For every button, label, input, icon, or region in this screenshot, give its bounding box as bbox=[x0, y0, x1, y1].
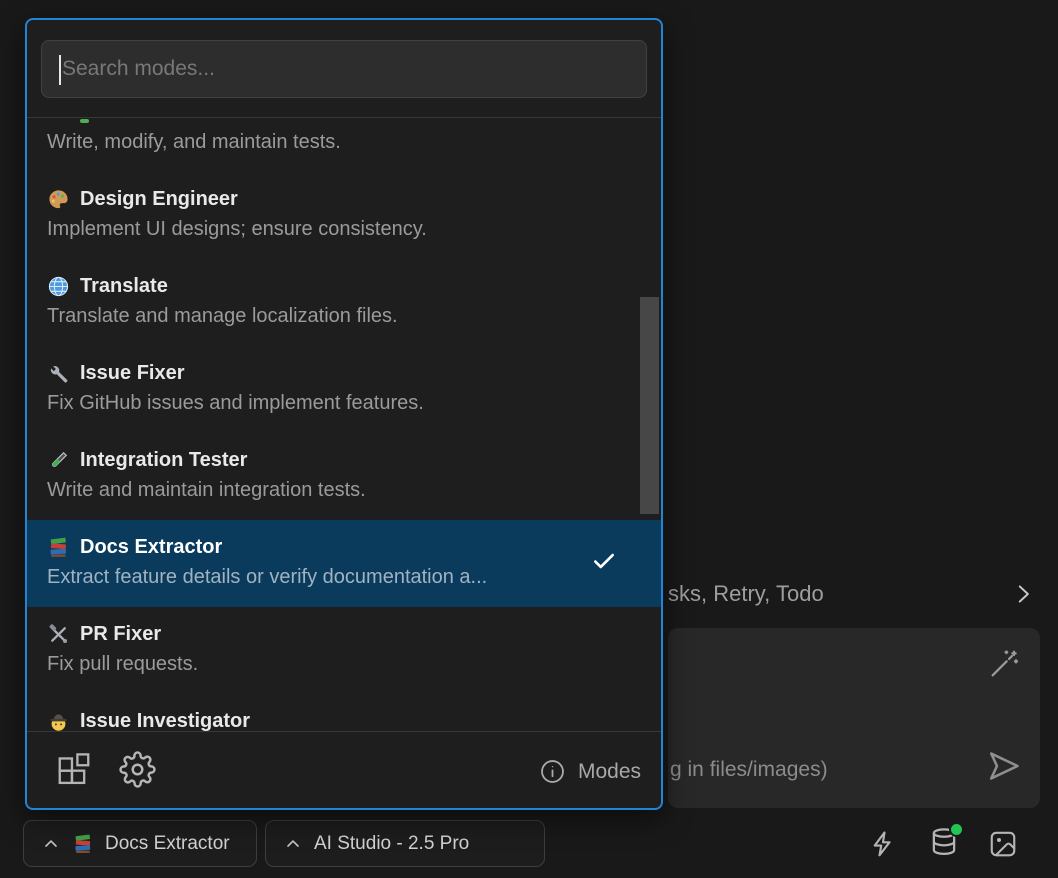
mode-title bbox=[47, 118, 641, 127]
books-icon bbox=[47, 536, 70, 559]
modes-list: Write, modify, and maintain tests. Design… bbox=[27, 118, 661, 731]
search-input[interactable] bbox=[42, 41, 646, 97]
magic-wand-icon[interactable] bbox=[988, 648, 1020, 680]
globe-icon bbox=[47, 275, 70, 298]
mode-description: Write and maintain integration tests. bbox=[47, 475, 641, 507]
mode-title: Integration Tester bbox=[47, 446, 641, 475]
mode-title: Translate bbox=[47, 272, 641, 301]
detective-icon bbox=[47, 710, 70, 731]
mode-description: Write, modify, and maintain tests. bbox=[47, 127, 641, 159]
modes-info: Modes bbox=[539, 758, 641, 785]
model-selector-label: AI Studio - 2.5 Pro bbox=[314, 833, 469, 855]
mode-picker-footer: Modes bbox=[27, 731, 661, 808]
chat-input-placeholder: g in files/images) bbox=[670, 758, 828, 782]
chevron-up-icon bbox=[41, 834, 61, 854]
mode-description: Extract feature details or verify docume… bbox=[47, 562, 641, 594]
mode-title: Docs Extractor bbox=[47, 533, 641, 562]
send-icon[interactable] bbox=[986, 748, 1022, 784]
mode-option-integration-tester[interactable]: Integration Tester Write and maintain int… bbox=[27, 433, 661, 520]
search-box[interactable] bbox=[41, 40, 647, 98]
mode-option-issue-investigator[interactable]: Issue Investigator bbox=[27, 694, 661, 731]
mode-title: Design Engineer bbox=[47, 185, 641, 214]
mode-option[interactable]: Write, modify, and maintain tests. bbox=[27, 118, 661, 172]
mode-name: Docs Extractor bbox=[80, 536, 222, 559]
test-tube-icon bbox=[47, 449, 70, 472]
mode-description: Translate and manage localization files. bbox=[47, 301, 641, 333]
mode-name: Integration Tester bbox=[80, 449, 247, 472]
modes-label: Modes bbox=[578, 760, 641, 784]
chevron-right-icon[interactable] bbox=[1010, 581, 1036, 607]
clipped-emoji-sliver bbox=[80, 119, 89, 123]
marketplace-icon[interactable] bbox=[55, 751, 93, 789]
mode-description: Fix pull requests. bbox=[47, 649, 641, 681]
mode-option-issue-fixer[interactable]: Issue Fixer Fix GitHub issues and impleme… bbox=[27, 346, 661, 433]
chat-input-panel[interactable]: g in files/images) bbox=[668, 628, 1040, 808]
mode-name: Design Engineer bbox=[80, 188, 238, 211]
image-icon[interactable] bbox=[988, 829, 1018, 859]
chat-header-text: sks, Retry, Todo bbox=[668, 581, 824, 607]
hammer-wrench-icon bbox=[47, 623, 70, 646]
chat-header-row[interactable]: sks, Retry, Todo bbox=[668, 578, 1036, 610]
mode-name: Translate bbox=[80, 275, 168, 298]
mode-title: Issue Fixer bbox=[47, 359, 641, 388]
mode-name: Issue Fixer bbox=[80, 362, 185, 385]
model-selector-button[interactable]: AI Studio - 2.5 Pro bbox=[265, 820, 545, 867]
mode-option-docs-extractor[interactable]: Docs Extractor Extract feature details or… bbox=[27, 520, 661, 607]
mode-option-translate[interactable]: Translate Translate and manage localizati… bbox=[27, 259, 661, 346]
check-icon bbox=[591, 548, 617, 574]
mode-selector-button[interactable]: Docs Extractor bbox=[23, 820, 257, 867]
mode-title: PR Fixer bbox=[47, 620, 641, 649]
mode-picker-popup: Write, modify, and maintain tests. Design… bbox=[25, 18, 663, 810]
books-icon bbox=[72, 833, 94, 855]
mode-option-design-engineer[interactable]: Design Engineer Implement UI designs; ens… bbox=[27, 172, 661, 259]
mode-description: Implement UI designs; ensure consistency… bbox=[47, 214, 641, 246]
mode-name: Issue Investigator bbox=[80, 710, 250, 731]
chevron-up-icon bbox=[283, 834, 303, 854]
palette-icon bbox=[47, 188, 70, 211]
lightning-icon[interactable] bbox=[868, 829, 898, 859]
gear-icon[interactable] bbox=[119, 751, 156, 788]
mode-selector-label: Docs Extractor bbox=[105, 833, 230, 855]
text-caret bbox=[59, 55, 61, 85]
info-icon[interactable] bbox=[539, 758, 566, 785]
mode-description: Fix GitHub issues and implement features… bbox=[47, 388, 641, 420]
scrollbar-thumb[interactable] bbox=[640, 297, 659, 514]
wrench-icon bbox=[47, 362, 70, 385]
modes-list-viewport: Write, modify, and maintain tests. Design… bbox=[27, 118, 661, 731]
mode-option-pr-fixer[interactable]: PR Fixer Fix pull requests. bbox=[27, 607, 661, 694]
mode-title: Issue Investigator bbox=[47, 707, 641, 731]
mode-name: PR Fixer bbox=[80, 623, 161, 646]
database-status-dot bbox=[949, 822, 964, 837]
